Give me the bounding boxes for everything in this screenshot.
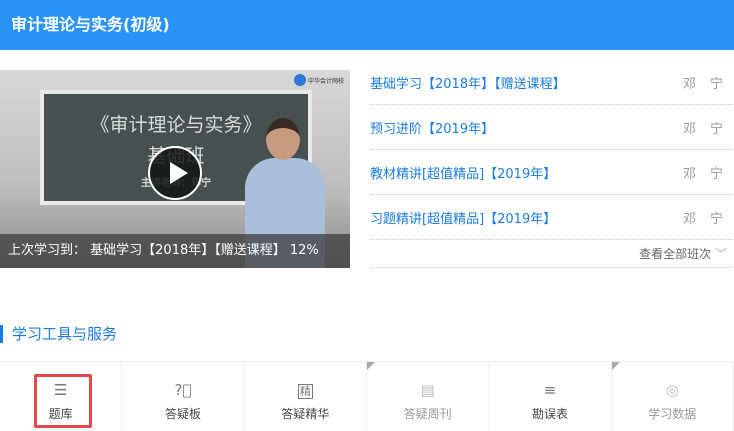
view-all-classes-link[interactable]: 查看全部班次 ﹀ <box>370 240 733 268</box>
selection-highlight <box>34 374 92 428</box>
brand-logo: 中华会计网校 <box>293 74 344 86</box>
course-row[interactable]: 教材精讲[超值精品]【2019年】 邓宁 <box>370 150 733 195</box>
tool-question-bank[interactable]: ☰ 题库 <box>0 362 123 431</box>
course-link[interactable]: 教材精讲[超值精品]【2019年】 <box>370 163 556 182</box>
chevron-down-icon: ﹀ <box>714 247 727 261</box>
course-link[interactable]: 习题精讲[超值精品]【2019年】 <box>370 208 556 227</box>
jing-icon: 精 <box>297 384 313 399</box>
video-player[interactable]: 《审计理论与实务》 基础班 主讲老师：邓宁 中华会计网校 上次学习到： 基础学习… <box>0 70 350 268</box>
course-teacher: 邓宁 <box>682 121 734 137</box>
menu-icon: ≡ <box>543 381 557 399</box>
tool-qa-board[interactable]: ?⃝ 答疑板 <box>122 362 245 431</box>
course-row[interactable]: 基础学习【2018年】【赠送课程】 邓宁 <box>370 60 733 105</box>
corner-mark-icon <box>611 362 620 370</box>
logo-icon <box>293 74 306 86</box>
tool-errata[interactable]: ≡ 勘误表 <box>489 362 612 431</box>
tools-grid: ☰ 题库 ?⃝ 答疑板 精答疑精华 ▤ 答疑周刊 ≡ 勘误表 ◎ 学习数据 <box>0 361 734 431</box>
course-teacher: 邓宁 <box>682 166 734 182</box>
course-row[interactable]: 预习进阶【2019年】 邓宁 <box>370 105 733 150</box>
course-list: 基础学习【2018年】【赠送课程】 邓宁 预习进阶【2019年】 邓宁 教材精讲[超… <box>370 60 733 268</box>
section-title: 学习工具与服务 <box>0 325 117 343</box>
tool-qa-essence[interactable]: 精答疑精华 <box>245 362 367 431</box>
tool-qa-weekly[interactable]: ▤ 答疑周刊 <box>366 362 490 431</box>
last-study-course: 基础学习【2018年】【赠送课程】 <box>90 243 286 258</box>
last-study-percent: 12% <box>289 243 319 258</box>
course-teacher: 邓宁 <box>682 211 734 227</box>
course-teacher: 邓宁 <box>682 76 734 92</box>
document-icon: ▤ <box>420 381 435 399</box>
page-header: 审计理论与实务(初级) <box>0 0 734 50</box>
tool-study-data[interactable]: ◎ 学习数据 <box>611 362 734 431</box>
course-row[interactable]: 习题精讲[超值精品]【2019年】 邓宁 <box>370 195 733 240</box>
last-study-label: 上次学习到： <box>8 243 87 258</box>
target-icon: ◎ <box>665 381 679 399</box>
course-link[interactable]: 基础学习【2018年】【赠送课程】 <box>370 73 566 92</box>
last-study-bar[interactable]: 上次学习到： 基础学习【2018年】【赠送课程】 12% <box>0 234 350 268</box>
play-button[interactable] <box>148 146 202 200</box>
corner-mark-icon <box>366 362 375 370</box>
page-title: 审计理论与实务(初级) <box>11 15 170 34</box>
course-link[interactable]: 预习进阶【2019年】 <box>370 118 494 137</box>
question-icon: ?⃝ <box>174 381 192 399</box>
